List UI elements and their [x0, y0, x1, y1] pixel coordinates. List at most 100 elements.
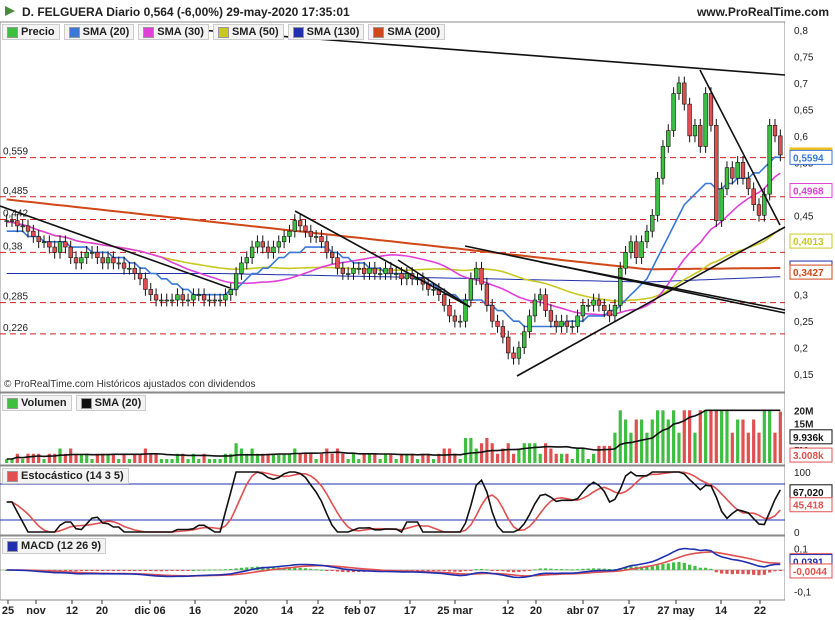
candle-body [4, 220, 9, 222]
volume-bar [762, 410, 766, 463]
candle-body [511, 352, 516, 359]
x-axis-tick: 25 mar [437, 605, 473, 617]
volume-bar [314, 459, 318, 463]
candle-body [591, 299, 596, 306]
macd-histogram-bar [186, 570, 190, 571]
price-legend-item[interactable]: SMA (20) [63, 24, 135, 40]
volume-bar [752, 419, 756, 463]
volume-bar [149, 453, 153, 463]
legend-label: SMA (20) [94, 397, 142, 409]
macd-histogram-bar [341, 570, 345, 572]
volume-bar [90, 459, 94, 463]
stoch-legend-item[interactable]: Estocástico (14 3 5) [2, 468, 129, 484]
volume-bar [357, 459, 361, 463]
legend-label: Precio [21, 26, 55, 38]
volume-bar [474, 448, 478, 463]
candle-body [281, 236, 287, 243]
legend-swatch [7, 470, 18, 482]
macd-histogram-bar [720, 570, 724, 574]
macd-histogram-bar [474, 569, 478, 571]
volume-bar [239, 448, 244, 463]
macd-histogram-bar [218, 569, 222, 571]
price-legend: Precio SMA (20) SMA (30) SMA (50) SMA (130) S… [2, 24, 446, 40]
macd-histogram-bar [74, 570, 78, 572]
x-axis-tick: nov [26, 605, 46, 617]
candle-body [255, 241, 260, 248]
price-legend-item[interactable]: Precio [2, 24, 60, 40]
candle-body [100, 257, 105, 264]
macd-legend-item[interactable]: MACD (12 26 9) [2, 538, 107, 554]
volume-bar [69, 448, 73, 463]
candle-body [735, 162, 740, 179]
volume-bar [21, 459, 25, 463]
macd-histogram-bar [309, 568, 313, 570]
volume-bar [746, 432, 750, 463]
candle-body [575, 315, 580, 327]
x-axis-tick: 27 may [657, 605, 695, 617]
price-axis-tick: 0,3 [794, 291, 808, 302]
volume-bar [591, 453, 596, 463]
macd-histogram-bar [495, 570, 500, 571]
volume-bar [527, 443, 532, 463]
candle-body [367, 267, 372, 274]
candle-body [276, 241, 281, 248]
x-axis-tick: 22 [312, 605, 324, 617]
volume-bar [538, 453, 542, 463]
candle-body [554, 320, 559, 327]
x-axis-tick: 14 [715, 605, 728, 617]
candle-body [57, 241, 63, 253]
macd-histogram-bar [469, 570, 473, 571]
volume-bar [666, 419, 670, 463]
legend-label: SMA (20) [82, 26, 130, 38]
candle-body [623, 252, 628, 269]
volume-bar [458, 459, 462, 463]
candle-body [169, 299, 175, 302]
volume-legend-item[interactable]: Volumen [2, 395, 72, 411]
legend-swatch [143, 26, 155, 38]
panel-frame [0, 21, 786, 393]
macd-histogram-bar [661, 564, 665, 570]
x-axis-tick: 17 [623, 605, 635, 617]
candle-body [495, 320, 500, 327]
macd-histogram-bar [229, 568, 233, 570]
candle-body [68, 246, 73, 258]
candle-body [484, 283, 490, 306]
volume-bar [277, 453, 281, 463]
volume-bar [287, 453, 292, 463]
candle-body [52, 246, 57, 253]
price-legend-item[interactable]: SMA (200) [368, 24, 446, 40]
macd-histogram-bar [730, 570, 734, 575]
x-axis-tick: dic 06 [134, 605, 165, 617]
candle-body [730, 167, 735, 179]
candle-body [570, 326, 575, 328]
macd-histogram-bar [586, 568, 590, 570]
macd-histogram-bar [538, 568, 542, 570]
volume-bar [490, 443, 494, 463]
volume-bar [554, 453, 558, 463]
candle-body [687, 103, 692, 137]
candle-body [89, 252, 95, 254]
price-legend-item[interactable]: SMA (130) [287, 24, 365, 40]
macd-histogram-bar [106, 570, 110, 571]
candle-body [228, 289, 233, 296]
candle-body [548, 310, 554, 322]
macd-histogram-bar [575, 569, 580, 571]
legend-label: MACD (12 26 9) [21, 540, 102, 552]
price-legend-item[interactable]: SMA (50) [212, 24, 284, 40]
legend-label: SMA (30) [157, 26, 204, 38]
volume-bar [618, 410, 622, 463]
volume-legend-item[interactable]: SMA (20) [75, 395, 147, 411]
macd-histogram-bar [693, 566, 697, 570]
price-chart-canvas[interactable]: 0,80,750,70,650,60,550,50,450,40,350,30,… [0, 0, 835, 620]
candle-body [260, 241, 265, 248]
macd-histogram-bar [559, 569, 564, 571]
candle-body [239, 262, 244, 274]
volume-bar [325, 448, 329, 463]
price-legend-item[interactable]: SMA (30) [138, 24, 209, 40]
x-axis-tick: 12 [66, 605, 78, 617]
volume-bar [741, 419, 745, 463]
price-badge-label: 0,3427 [793, 268, 824, 279]
macd-histogram-bar [437, 570, 441, 571]
macd-histogram-bar [704, 567, 708, 570]
macd-histogram-bar [778, 570, 782, 572]
